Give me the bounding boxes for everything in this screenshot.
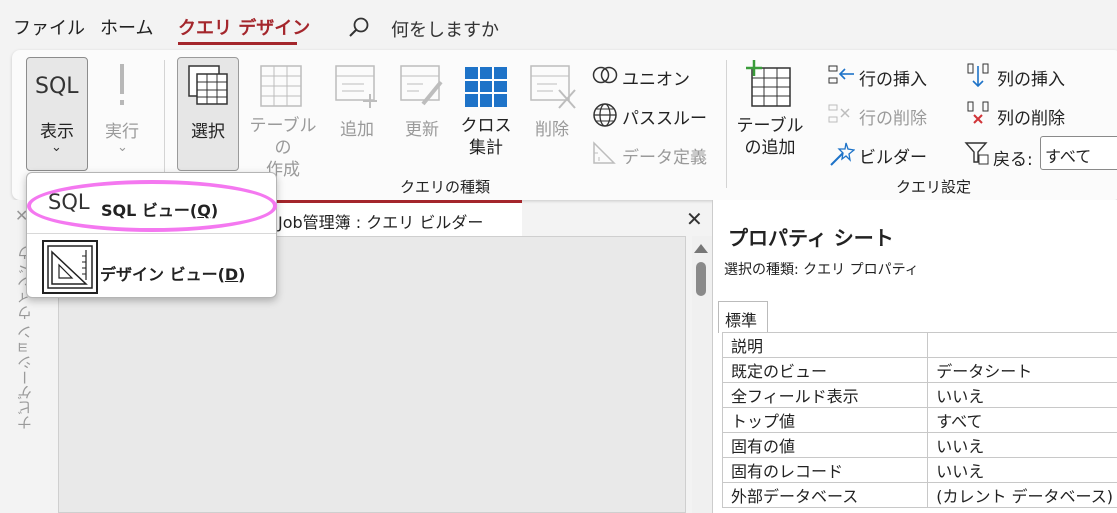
property-value[interactable]: いいえ (927, 432, 1117, 458)
run-button[interactable]: 実行 (96, 117, 148, 142)
insert-columns-icon (967, 63, 989, 88)
run-chevron-down-icon: ⌄ (117, 140, 128, 155)
scrollbar-thumb[interactable] (696, 262, 706, 296)
add-tables-icon (746, 60, 791, 107)
property-key: 外部データベース (721, 482, 929, 508)
builder-wand-icon (830, 142, 855, 166)
data-definition-icon (593, 141, 616, 164)
delete-rows-icon (828, 104, 850, 123)
table-row[interactable]: 固有のレコード いいえ (721, 457, 1117, 483)
data-definition-button[interactable]: データ定義 (622, 143, 707, 168)
tab-file[interactable]: ファイル (13, 14, 85, 40)
design-view-label: デザイン ビュー( (100, 265, 225, 284)
table-row[interactable]: 固有の値 いいえ (721, 432, 1117, 458)
delete-columns-icon (967, 101, 989, 124)
table-row[interactable]: 外部データベース (カレント データベース) (721, 482, 1117, 508)
run-exclamation-icon (120, 64, 124, 105)
update-query-icon (400, 65, 443, 106)
view-chevron-down-icon: ⌄ (51, 140, 62, 155)
ribbon-tab-bar (0, 0, 1117, 52)
globe-icon (593, 103, 617, 127)
selection-type-label: 選択の種類: クエリ プロパティ (724, 262, 919, 278)
return-label: 戻る: (993, 150, 1033, 170)
tab-query-design[interactable]: クエリ デザイン (178, 14, 310, 40)
search-icon[interactable] (347, 16, 371, 40)
return-filter-icon (964, 142, 989, 165)
property-key: トップ値 (721, 407, 929, 433)
query-setup-group-label: クエリ設定 (896, 178, 972, 196)
property-key: 既定のビュー (721, 357, 929, 383)
property-key: 全フィールド表示 (721, 382, 929, 408)
view-button-label: 表示 (40, 122, 74, 142)
property-sheet-title: プロパティ シート (728, 226, 894, 250)
crosstab-label-1: クロス (460, 116, 512, 136)
insert-columns-button[interactable]: 列の挿入 (997, 65, 1065, 90)
append-query-icon (335, 65, 377, 108)
insert-rows-button[interactable]: 行の挿入 (859, 65, 927, 90)
tab-home[interactable]: ホーム (100, 14, 153, 40)
builder-button[interactable]: ビルダー (859, 143, 927, 168)
property-value[interactable]: すべて (927, 407, 1117, 433)
design-view-accesskey: D (224, 265, 239, 284)
design-view-close-paren: ) (238, 265, 246, 284)
crosstab-query-button[interactable]: クロス 集計 (456, 115, 516, 159)
pass-through-button[interactable]: パススルー (622, 104, 707, 129)
group-separator (726, 60, 727, 188)
property-key: 説明 (721, 332, 929, 358)
tell-me-search[interactable]: 何をしますか (391, 16, 499, 42)
crosstab-label-2: 集計 (469, 138, 503, 158)
menu-divider (27, 233, 276, 234)
property-value[interactable]: (カレント データベース) (927, 482, 1117, 508)
document-tab-title: Job管理簿 : クエリ ビルダー (278, 213, 484, 232)
scroll-up-arrow-icon[interactable] (694, 244, 708, 253)
update-query-button[interactable]: 更新 (395, 115, 449, 140)
delete-query-icon (530, 65, 576, 109)
delete-rows-button[interactable]: 行の削除 (859, 104, 927, 129)
active-tab-indicator (178, 42, 297, 45)
table-row[interactable]: 説明 (721, 332, 1117, 358)
property-value[interactable]: いいえ (927, 457, 1117, 483)
close-document-icon[interactable]: ✕ (686, 207, 703, 231)
make-table-icon (260, 65, 302, 107)
delete-columns-button[interactable]: 列の削除 (997, 104, 1065, 129)
table-row[interactable]: 全フィールド表示 いいえ (721, 382, 1117, 408)
select-query-icon (188, 65, 228, 105)
property-value[interactable]: いいえ (927, 382, 1117, 408)
property-table: 説明 既定のビュー データシート 全フィールド表示 いいえ トップ値 すべて 固有の値… (721, 332, 1117, 508)
add-tables-label-2: の追加 (744, 138, 796, 158)
design-view-icon (42, 240, 98, 294)
insert-rows-icon (828, 65, 854, 84)
select-query-label: 選択 (191, 122, 225, 142)
property-key: 固有の値 (721, 432, 929, 458)
return-values-combobox[interactable]: すべて (1040, 136, 1117, 170)
property-value[interactable]: データシート (927, 357, 1117, 383)
append-query-button[interactable]: 追加 (330, 115, 384, 140)
table-row[interactable]: トップ値 すべて (721, 407, 1117, 433)
property-key: 固有のレコード (721, 457, 929, 483)
document-tab[interactable]: Job管理簿 : クエリ ビルダー (272, 200, 522, 236)
union-icon (592, 66, 618, 84)
tab-standard[interactable]: 標準 (718, 301, 768, 333)
make-table-label-1: テーブルの (249, 116, 317, 158)
group-separator (164, 60, 165, 188)
add-tables-label-1: テーブル (736, 116, 804, 136)
highlight-annotation (27, 180, 277, 232)
table-row[interactable]: 既定のビュー データシート (721, 357, 1117, 383)
view-sql-icon: SQL (35, 74, 79, 99)
menu-item-design-view[interactable]: デザイン ビュー(D) (100, 261, 245, 285)
delete-query-button[interactable]: 削除 (525, 115, 579, 140)
property-value[interactable] (927, 332, 1117, 358)
query-type-group-label: クエリの種類 (400, 178, 491, 196)
crosstab-query-icon (465, 67, 507, 107)
union-query-button[interactable]: ユニオン (622, 65, 690, 90)
add-tables-button[interactable]: テーブル の追加 (736, 115, 804, 159)
